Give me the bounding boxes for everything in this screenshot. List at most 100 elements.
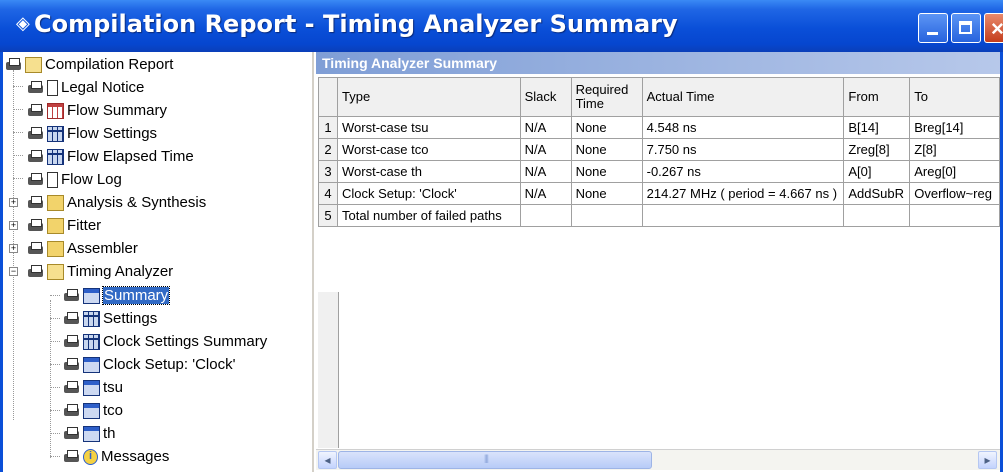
expand-toggle-assembler[interactable]: + <box>9 244 18 253</box>
printer-icon <box>63 334 80 350</box>
column-header-type[interactable]: Type <box>336 77 521 117</box>
tree-item-label: tco <box>103 402 124 419</box>
table-row[interactable]: 2 Worst-case tco N/A None 7.750 ns Zreg[… <box>318 138 1000 161</box>
tree-item-label-selected: Summary <box>101 286 171 305</box>
tree-connector <box>50 318 60 319</box>
cell-from <box>843 204 911 227</box>
cell-to: Z[8] <box>909 138 1000 161</box>
tree-item-flow-summary[interactable]: Flow Summary <box>27 99 167 122</box>
column-header-actual-time[interactable]: Actual Time <box>641 77 845 117</box>
tree-item-tsu[interactable]: tsu <box>63 376 123 399</box>
expand-toggle-analysis-synthesis[interactable]: + <box>9 198 18 207</box>
tree-item-label: Settings <box>103 310 158 327</box>
cell-slack <box>519 204 572 227</box>
cell-from: AddSubR <box>843 182 911 205</box>
horizontal-scrollbar[interactable]: ◂ ▸ <box>316 449 1000 470</box>
tree-item-clock-settings-summary[interactable]: Clock Settings Summary <box>63 330 267 353</box>
table-row[interactable]: 5 Total number of failed paths <box>318 204 1000 227</box>
tree-item-messages[interactable]: i Messages <box>63 445 169 468</box>
table-row[interactable]: 4 Clock Setup: 'Clock' N/A None 214.27 M… <box>318 182 1000 205</box>
printer-icon <box>27 218 44 234</box>
cell-to: Breg[14] <box>909 116 1000 139</box>
tree-connector <box>50 364 60 365</box>
cell-slack: N/A <box>519 116 572 139</box>
column-header-required-time[interactable]: Required Time <box>570 77 643 117</box>
column-header-slack[interactable]: Slack <box>519 77 572 117</box>
printer-icon <box>63 449 80 465</box>
tree-item-label: Compilation Report <box>45 56 174 73</box>
expand-toggle-fitter[interactable]: + <box>9 221 18 230</box>
tree-item-analysis-synthesis[interactable]: Analysis & Synthesis <box>27 191 206 214</box>
printer-icon <box>63 357 80 373</box>
document-icon <box>47 79 58 96</box>
tree-item-legal-notice[interactable]: Legal Notice <box>27 76 144 99</box>
cell-slack: N/A <box>519 182 572 205</box>
tree-connector <box>13 132 23 133</box>
window-title: Compilation Report - Timing Analyzer Sum… <box>34 10 678 38</box>
column-header-to[interactable]: To <box>909 77 1000 117</box>
printer-icon <box>63 403 80 419</box>
printer-icon <box>27 172 44 188</box>
cell-actual-time: 7.750 ns <box>641 138 845 161</box>
tree-connector <box>50 387 60 388</box>
column-header-from[interactable]: From <box>843 77 911 117</box>
close-button[interactable]: × <box>984 13 1003 43</box>
tree-item-label: Flow Settings <box>67 125 158 142</box>
tree-connector <box>50 433 60 434</box>
collapse-toggle-timing-analyzer[interactable]: − <box>9 267 18 276</box>
scroll-right-button[interactable]: ▸ <box>978 451 997 469</box>
tree-connector <box>50 341 60 342</box>
tree-item-label: Flow Elapsed Time <box>67 148 194 165</box>
tree-item-summary[interactable]: Summary <box>63 284 171 307</box>
folder-open-icon <box>47 263 64 280</box>
minimize-button[interactable] <box>918 13 948 43</box>
table-icon <box>47 125 64 142</box>
tree-item-label: Analysis & Synthesis <box>67 194 207 211</box>
folder-icon <box>47 194 64 211</box>
scroll-left-button[interactable]: ◂ <box>318 451 337 469</box>
panel-header: Timing Analyzer Summary <box>316 52 1000 74</box>
tree-item-clock-setup[interactable]: Clock Setup: 'Clock' <box>63 353 235 376</box>
cell-required-time <box>570 204 643 227</box>
tree-item-flow-log[interactable]: Flow Log <box>27 168 122 191</box>
tree-item-label: Clock Setup: 'Clock' <box>103 356 236 373</box>
tree-item-settings[interactable]: Settings <box>63 307 157 330</box>
tree-connector <box>13 155 23 156</box>
printer-icon <box>27 103 44 119</box>
cell-actual-time: -0.267 ns <box>641 160 845 183</box>
tree-item-label: Messages <box>101 448 170 465</box>
report-panel: Timing Analyzer Summary Type Slack Requi… <box>316 52 1000 472</box>
tree-connector <box>50 410 60 411</box>
tree-item-tco[interactable]: tco <box>63 399 123 422</box>
printer-icon <box>63 311 80 327</box>
row-header-gutter <box>318 292 339 448</box>
cell-from: Zreg[8] <box>843 138 911 161</box>
tree-connector <box>13 178 23 179</box>
table-header-row: Type Slack Required Time Actual Time Fro… <box>318 77 1000 117</box>
report-icon <box>83 402 100 419</box>
table-icon <box>47 148 64 165</box>
tree-item-flow-settings[interactable]: Flow Settings <box>27 122 157 145</box>
row-index: 2 <box>318 138 338 161</box>
printer-icon <box>63 380 80 396</box>
tree-item-timing-analyzer[interactable]: Timing Analyzer <box>27 260 173 283</box>
tree-item-label: th <box>103 425 116 442</box>
scroll-thumb[interactable] <box>338 451 652 469</box>
table-row[interactable]: 3 Worst-case th N/A None -0.267 ns A[0] … <box>318 160 1000 183</box>
cell-slack: N/A <box>519 160 572 183</box>
table-corner-cell[interactable] <box>318 77 338 117</box>
tree-item-assembler[interactable]: Assembler <box>27 237 138 260</box>
tree-item-fitter[interactable]: Fitter <box>27 214 101 237</box>
folder-icon <box>47 240 64 257</box>
tree-item-flow-elapsed-time[interactable]: Flow Elapsed Time <box>27 145 194 168</box>
title-bar[interactable]: ◈ Compilation Report - Timing Analyzer S… <box>0 0 1003 52</box>
maximize-button[interactable] <box>951 13 981 43</box>
folder-icon <box>47 217 64 234</box>
tree-item-compilation-report[interactable]: Compilation Report <box>5 53 173 76</box>
report-tree[interactable]: Compilation Report Legal Notice Flow Sum… <box>3 52 314 472</box>
printer-icon <box>63 426 80 442</box>
table-row[interactable]: 1 Worst-case tsu N/A None 4.548 ns B[14]… <box>318 116 1000 139</box>
tree-guide-line <box>50 300 51 458</box>
table-icon <box>83 333 100 350</box>
tree-item-th[interactable]: th <box>63 422 116 445</box>
